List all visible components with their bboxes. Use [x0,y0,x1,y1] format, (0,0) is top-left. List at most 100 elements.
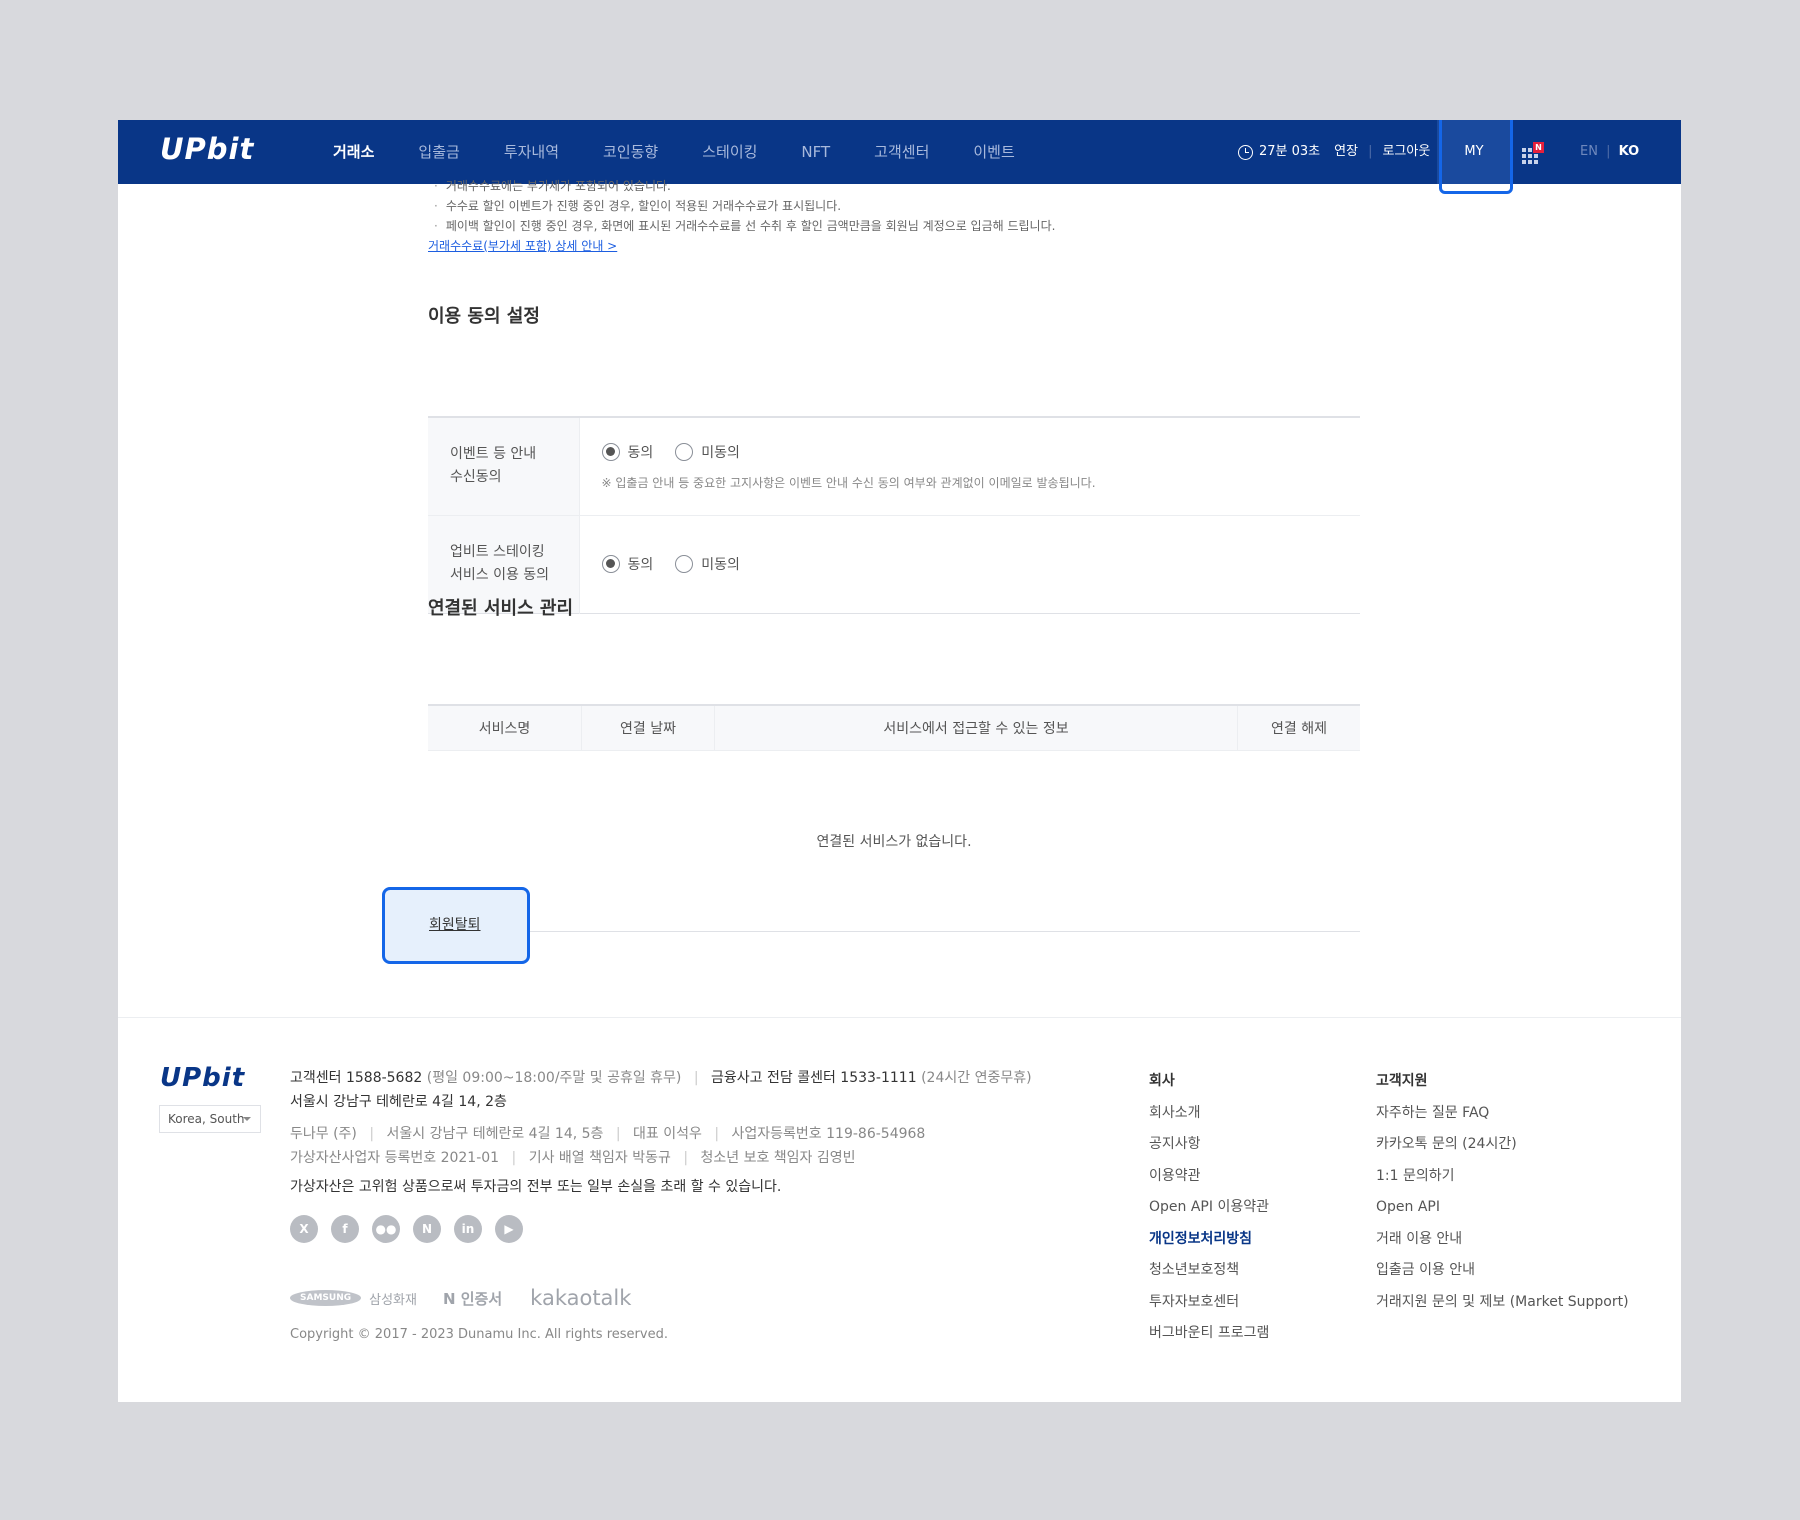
footer-logo[interactable]: UPbit [160,1063,245,1093]
medium-icon[interactable]: ●● [372,1215,400,1243]
consent-section-title: 이용 동의 설정 [428,306,540,327]
naver-icon[interactable]: N [413,1215,441,1243]
nav-coin-trends[interactable]: 코인동향 [581,120,680,184]
col-accessible-info: 서비스에서 접근할 수 있는 정보 [714,705,1238,751]
youtube-icon[interactable]: ▶ [495,1215,523,1243]
n-cert-logo: N 인증서 [442,1289,503,1308]
nav-exchange[interactable]: 거래소 [311,120,396,184]
radio-unchecked-icon[interactable] [675,442,694,461]
business-number: 사업자등록번호 119-86-54968 [731,1126,926,1142]
nav-customer-center[interactable]: 고객센터 [852,120,951,184]
divider: | [693,1070,699,1086]
footer-col-support: 고객지원 자주하는 질문 FAQ 카카오톡 문의 (24시간) 1:1 문의하기… [1376,1066,1629,1318]
samsung-logo: SAMSUNG [290,1290,362,1306]
divider: | [1606,144,1611,159]
divider: | [714,1126,720,1142]
consent-note: ※ 입출금 안내 등 중요한 고지사항은 이벤트 안내 수신 동의 여부와 관계… [601,475,1096,490]
footer-link[interactable]: 입출금 이용 안내 [1376,1255,1629,1287]
fee-detail-link[interactable]: 거래수수료(부가세 포함) 상세 안내 > [428,236,1360,256]
my-tab[interactable]: MY [1437,120,1511,184]
empty-message: 연결된 서비스가 없습니다. [428,750,1360,932]
nav-nft[interactable]: NFT [779,120,852,184]
footer-link[interactable]: Open API 이용약관 [1149,1192,1269,1224]
services-section-title: 연결된 서비스 관리 [428,598,574,619]
session-timer: 27분 03초 연장 | 로그아웃 [1238,120,1430,184]
social-links: X f ●● N in ▶ [290,1215,523,1243]
facebook-icon[interactable]: f [331,1215,359,1243]
footer-link[interactable]: 카카오톡 문의 (24시간) [1376,1129,1629,1161]
consent-label: 이벤트 등 안내 수신동의 [428,417,579,515]
vasp-number: 가상자산사업자 등록번호 2021-01 [290,1150,500,1166]
radio-disagree-events[interactable]: 미동의 [675,442,740,462]
table-header-row: 서비스명 연결 날짜 서비스에서 접근할 수 있는 정보 연결 해제 [428,705,1360,751]
radio-checked-icon[interactable] [601,442,620,461]
cs-hours: (평일 09:00~18:00/주말 및 공휴일 휴무) [426,1070,682,1086]
radio-agree-events[interactable]: 동의 [601,442,654,462]
label-line: 업비트 스테이킹 [450,544,545,560]
footer-link[interactable]: 공지사항 [1149,1129,1269,1161]
col-connected-date: 연결 날짜 [581,705,715,751]
footer-link[interactable]: Open API [1376,1192,1629,1224]
nav-investments[interactable]: 투자내역 [482,120,581,184]
footer-link[interactable]: 버그바운티 프로그램 [1149,1318,1269,1350]
footer-link-privacy[interactable]: 개인정보처리방침 [1149,1224,1269,1256]
nav-staking[interactable]: 스테이킹 [680,120,779,184]
empty-row: 연결된 서비스가 없습니다. [428,750,1360,932]
lang-ko[interactable]: KO [1619,144,1640,159]
top-header: UPbit 거래소 입출금 투자내역 코인동향 스테이킹 NFT 고객센터 이벤… [118,120,1681,184]
kakaotalk-logo: kakaotalk [530,1286,632,1310]
cs-phone: 고객센터 1588-5682 [290,1070,423,1086]
footer-link[interactable]: 자주하는 질문 FAQ [1376,1098,1629,1130]
logout-link[interactable]: 로그아웃 [1382,120,1430,184]
linkedin-icon[interactable]: in [454,1215,482,1243]
x-icon[interactable]: X [290,1215,318,1243]
fraud-phone: 금융사고 전담 콜센터 1533-1111 [711,1070,917,1086]
col-service-name: 서비스명 [428,705,582,751]
main-content: 거래수수료에는 부가세가 포함되어 있습니다. 수수료 할인 이벤트가 진행 중… [428,179,1360,932]
consent-row-events: 이벤트 등 안내 수신동의 동의 미동의 ※ 입출금 안내 등 중요한 고지사항… [428,417,1360,515]
divider: | [615,1126,621,1142]
footer-link[interactable]: 투자자보호센터 [1149,1287,1269,1319]
withdraw-membership-link[interactable]: 회원탈퇴 [382,887,530,964]
footer-link[interactable]: 이용약관 [1149,1161,1269,1193]
radio-unchecked-icon[interactable] [675,555,694,573]
main-nav: 거래소 입출금 투자내역 코인동향 스테이킹 NFT 고객센터 이벤트 [311,120,1037,184]
address: 서울시 강남구 테헤란로 4길 14, 2층 [290,1094,507,1110]
footer-col-company: 회사 회사소개 공지사항 이용약관 Open API 이용약관 개인정보처리방침… [1149,1066,1269,1350]
radio-label: 동의 [627,444,654,461]
lang-en[interactable]: EN [1580,144,1598,159]
nav-deposit-withdraw[interactable]: 입출금 [396,120,481,184]
language-switch: EN | KO [1580,120,1639,184]
partner-logos: SAMSUNG 삼성화재 N 인증서 kakaotalk [290,1286,631,1310]
footer-link[interactable]: 회사소개 [1149,1098,1269,1130]
radio-checked-icon[interactable] [601,555,620,573]
footer-link[interactable]: 거래지원 문의 및 제보 (Market Support) [1376,1287,1629,1319]
footer-link[interactable]: 청소년보호정책 [1149,1255,1269,1287]
copyright: Copyright © 2017 - 2023 Dunamu Inc. All … [290,1327,668,1342]
consent-table: 이벤트 등 안내 수신동의 동의 미동의 ※ 입출금 안내 등 중요한 고지사항… [428,416,1360,614]
footer-link[interactable]: 1:1 문의하기 [1376,1161,1629,1193]
radio-group-events: 동의 미동의 [601,442,1339,462]
fee-notes: 거래수수료에는 부가세가 포함되어 있습니다. 수수료 할인 이벤트가 진행 중… [428,176,1360,236]
extend-link[interactable]: 연장 [1334,120,1358,184]
consent-options: 동의 미동의 ※ 입출금 안내 등 중요한 고지사항은 이벤트 안내 수신 동의… [578,417,1360,515]
footer-link[interactable]: 거래 이용 안내 [1376,1224,1629,1256]
radio-agree-staking[interactable]: 동의 [601,554,654,574]
risk-warning: 가상자산은 고위험 상품으로써 투자금의 전부 또는 일부 손실을 초래 할 수… [290,1179,782,1195]
consent-options: 동의 미동의 [578,514,1360,613]
timer-text: 27분 03초 [1259,144,1321,159]
connected-services-table: 서비스명 연결 날짜 서비스에서 접근할 수 있는 정보 연결 해제 연결된 서… [428,704,1360,932]
divider: | [683,1150,689,1166]
fraud-hours: (24시간 연중무휴) [921,1070,1032,1086]
clock-icon [1238,144,1253,160]
nav-events[interactable]: 이벤트 [951,120,1036,184]
company-info: 고객센터 1588-5682 (평일 09:00~18:00/주말 및 공휴일 … [290,1066,1032,1199]
upbit-logo[interactable]: UPbit [160,132,254,166]
divider: | [511,1150,517,1166]
samsung-fire-logo: 삼성화재 [369,1292,417,1308]
divider: | [369,1126,375,1142]
country-select[interactable]: Korea, South [159,1105,261,1133]
radio-disagree-staking[interactable]: 미동의 [675,554,740,574]
label-line: 수신동의 [450,469,502,486]
radio-label: 동의 [627,557,654,573]
